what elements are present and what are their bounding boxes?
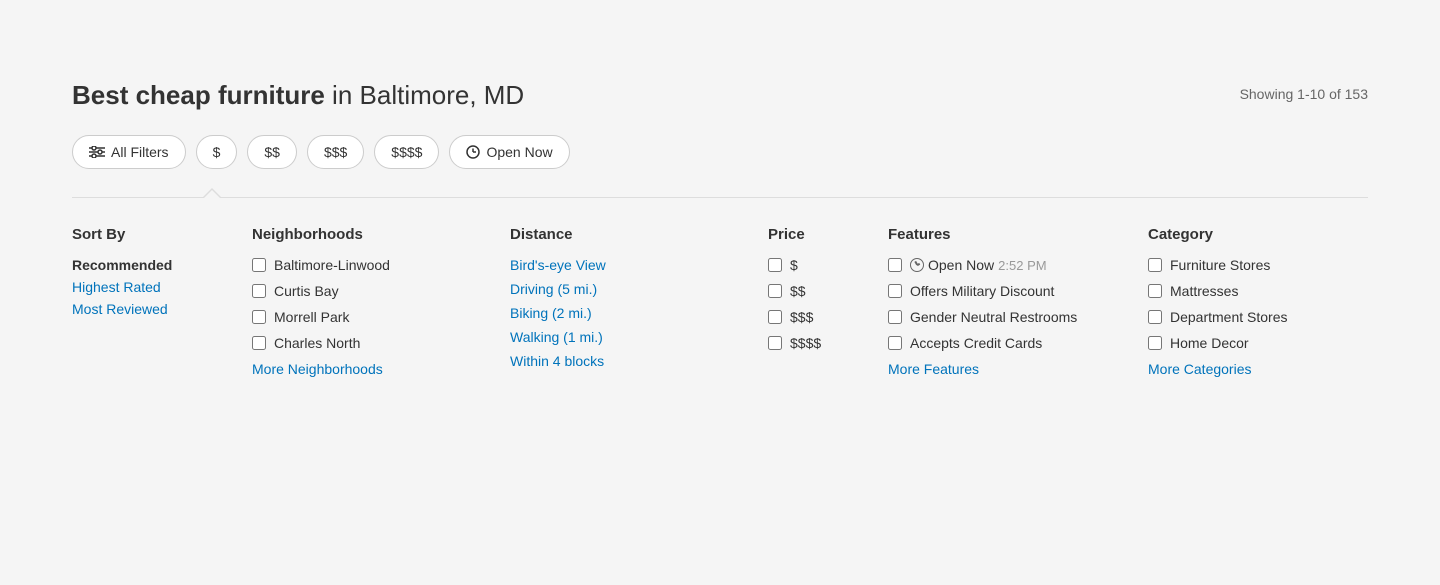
price-section: Price $ $$ $$$ $$$$ bbox=[768, 226, 888, 377]
price-label-0: $ bbox=[790, 257, 798, 273]
header-row: Best cheap furniture in Baltimore, MD Sh… bbox=[72, 80, 1368, 111]
category-label-3: Home Decor bbox=[1170, 335, 1249, 351]
open-now-button[interactable]: Open Now bbox=[449, 135, 569, 169]
neighborhood-item[interactable]: Morrell Park bbox=[252, 309, 490, 325]
sort-recommended: Recommended bbox=[72, 257, 232, 273]
price-label-2: $$$ bbox=[790, 309, 813, 325]
price-item[interactable]: $$ bbox=[768, 283, 868, 299]
price-checkbox-3[interactable] bbox=[768, 336, 782, 350]
category-item[interactable]: Mattresses bbox=[1148, 283, 1348, 299]
price-2-label: $$ bbox=[264, 144, 280, 160]
distance-walking[interactable]: Walking (1 mi.) bbox=[510, 329, 748, 345]
page-title: Best cheap furniture in Baltimore, MD bbox=[72, 80, 524, 111]
filters-panel: Sort By Recommended Highest Rated Most R… bbox=[72, 226, 1368, 377]
feature-label-0: Open Now bbox=[928, 257, 994, 273]
neighborhood-item[interactable]: Curtis Bay bbox=[252, 283, 490, 299]
features-title: Features bbox=[888, 226, 1128, 243]
distance-biking[interactable]: Biking (2 mi.) bbox=[510, 305, 748, 321]
price-checkbox-0[interactable] bbox=[768, 258, 782, 272]
caret-up bbox=[202, 188, 222, 198]
open-now-label: Open Now bbox=[486, 144, 552, 160]
neighborhood-checkbox-2[interactable] bbox=[252, 310, 266, 324]
feature-military[interactable]: Offers Military Discount bbox=[888, 283, 1128, 299]
neighborhood-checkbox-3[interactable] bbox=[252, 336, 266, 350]
sort-highest-rated[interactable]: Highest Rated bbox=[72, 279, 232, 295]
price-item[interactable]: $$$$ bbox=[768, 335, 868, 351]
showing-count: Showing 1-10 of 153 bbox=[1240, 86, 1368, 102]
feature-label-1: Offers Military Discount bbox=[910, 283, 1054, 299]
neighborhood-checkbox-0[interactable] bbox=[252, 258, 266, 272]
neighborhood-item[interactable]: Charles North bbox=[252, 335, 490, 351]
feature-checkbox-0[interactable] bbox=[888, 258, 902, 272]
price-item[interactable]: $$$ bbox=[768, 309, 868, 325]
more-categories-link[interactable]: More Categories bbox=[1148, 361, 1348, 377]
more-features-link[interactable]: More Features bbox=[888, 361, 1128, 377]
filter-bar: All Filters $ $$ $$$ $$$$ Open Now bbox=[72, 135, 1368, 169]
category-title: Category bbox=[1148, 226, 1348, 243]
price-4-button[interactable]: $$$$ bbox=[374, 135, 439, 169]
feature-label-2: Gender Neutral Restrooms bbox=[910, 309, 1077, 325]
open-now-time: 2:52 PM bbox=[998, 258, 1046, 273]
sort-by-title: Sort By bbox=[72, 226, 232, 243]
category-item[interactable]: Home Decor bbox=[1148, 335, 1348, 351]
category-label-0: Furniture Stores bbox=[1170, 257, 1270, 273]
feature-checkbox-1[interactable] bbox=[888, 284, 902, 298]
distance-birds-eye[interactable]: Bird's-eye View bbox=[510, 257, 748, 273]
divider bbox=[72, 197, 1368, 198]
category-checkbox-1[interactable] bbox=[1148, 284, 1162, 298]
title-rest: in Baltimore, MD bbox=[325, 80, 524, 110]
category-label-1: Mattresses bbox=[1170, 283, 1238, 299]
sort-by-section: Sort By Recommended Highest Rated Most R… bbox=[72, 226, 252, 377]
distance-within-blocks[interactable]: Within 4 blocks bbox=[510, 353, 748, 369]
features-section: Features Open Now 2:52 PM Offers Militar… bbox=[888, 226, 1148, 377]
price-item[interactable]: $ bbox=[768, 257, 868, 273]
neighborhood-label-1: Curtis Bay bbox=[274, 283, 339, 299]
neighborhoods-section: Neighborhoods Baltimore-Linwood Curtis B… bbox=[252, 226, 510, 377]
feature-checkbox-3[interactable] bbox=[888, 336, 902, 350]
price-1-button[interactable]: $ bbox=[196, 135, 238, 169]
neighborhood-label-0: Baltimore-Linwood bbox=[274, 257, 390, 273]
all-filters-label: All Filters bbox=[111, 144, 169, 160]
category-checkbox-3[interactable] bbox=[1148, 336, 1162, 350]
price-3-button[interactable]: $$$ bbox=[307, 135, 364, 169]
category-checkbox-2[interactable] bbox=[1148, 310, 1162, 324]
sort-most-reviewed[interactable]: Most Reviewed bbox=[72, 301, 232, 317]
price-4-label: $$$$ bbox=[391, 144, 422, 160]
feature-label-3: Accepts Credit Cards bbox=[910, 335, 1042, 351]
category-item[interactable]: Furniture Stores bbox=[1148, 257, 1348, 273]
distance-driving[interactable]: Driving (5 mi.) bbox=[510, 281, 748, 297]
distance-section: Distance Bird's-eye View Driving (5 mi.)… bbox=[510, 226, 768, 377]
feature-checkbox-2[interactable] bbox=[888, 310, 902, 324]
price-label-3: $$$$ bbox=[790, 335, 821, 351]
price-2-button[interactable]: $$ bbox=[247, 135, 297, 169]
clock-icon bbox=[910, 258, 924, 272]
neighborhood-item[interactable]: Baltimore-Linwood bbox=[252, 257, 490, 273]
title-bold: Best cheap furniture bbox=[72, 80, 325, 110]
filter-icon bbox=[89, 146, 105, 158]
neighborhood-label-2: Morrell Park bbox=[274, 309, 349, 325]
category-label-2: Department Stores bbox=[1170, 309, 1288, 325]
feature-gender-neutral[interactable]: Gender Neutral Restrooms bbox=[888, 309, 1128, 325]
category-checkbox-0[interactable] bbox=[1148, 258, 1162, 272]
feature-credit-cards[interactable]: Accepts Credit Cards bbox=[888, 335, 1128, 351]
open-now-feature-label: Open Now 2:52 PM bbox=[910, 257, 1047, 273]
neighborhood-label-3: Charles North bbox=[274, 335, 360, 351]
price-checkbox-1[interactable] bbox=[768, 284, 782, 298]
price-title: Price bbox=[768, 226, 868, 243]
more-neighborhoods-link[interactable]: More Neighborhoods bbox=[252, 361, 490, 377]
price-label-1: $$ bbox=[790, 283, 806, 299]
category-item[interactable]: Department Stores bbox=[1148, 309, 1348, 325]
feature-open-now[interactable]: Open Now 2:52 PM bbox=[888, 257, 1128, 273]
page-wrapper: Best cheap furniture in Baltimore, MD Sh… bbox=[0, 0, 1440, 437]
distance-title: Distance bbox=[510, 226, 748, 243]
neighborhoods-title: Neighborhoods bbox=[252, 226, 490, 243]
category-section: Category Furniture Stores Mattresses Dep… bbox=[1148, 226, 1368, 377]
all-filters-button[interactable]: All Filters bbox=[72, 135, 186, 169]
neighborhood-checkbox-1[interactable] bbox=[252, 284, 266, 298]
price-1-label: $ bbox=[213, 144, 221, 160]
price-checkbox-2[interactable] bbox=[768, 310, 782, 324]
open-now-icon bbox=[466, 145, 480, 159]
price-3-label: $$$ bbox=[324, 144, 347, 160]
